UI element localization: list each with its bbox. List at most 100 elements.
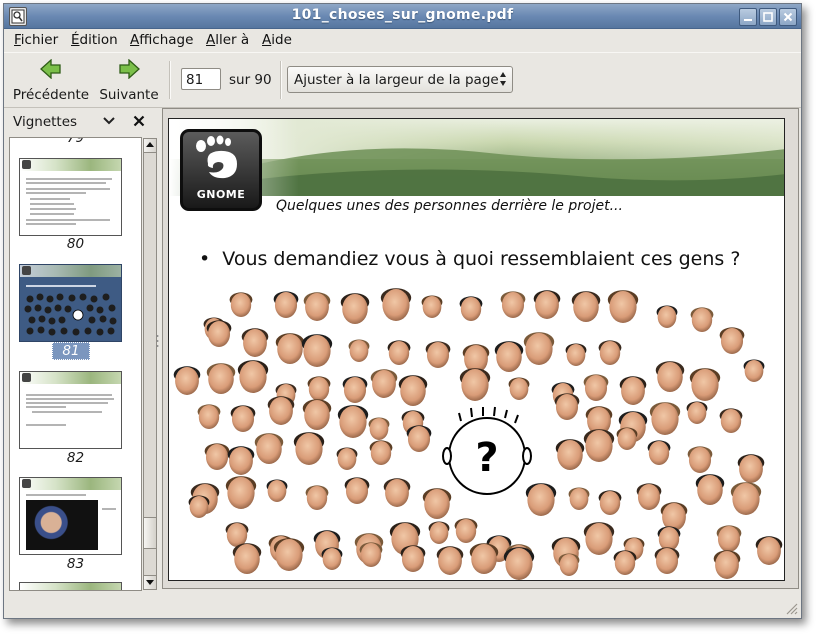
face [555, 394, 579, 420]
menu-aller-a[interactable]: Aller à [206, 32, 249, 48]
title-bar[interactable]: 101_choses_sur_gnome.pdf [4, 4, 801, 29]
next-page-button[interactable]: Suivante [96, 58, 162, 103]
zoom-select[interactable]: Ajuster à la largeur de la page [287, 66, 513, 93]
thumbnail-page-82[interactable] [19, 371, 122, 449]
menu-affichage[interactable]: Affichage [130, 32, 193, 48]
face [227, 477, 255, 509]
face [385, 479, 409, 507]
chevron-down-icon[interactable] [103, 116, 115, 126]
face [691, 308, 713, 332]
pdf-page: GNOME Quelques unes des personnes derriè… [168, 118, 785, 581]
face [274, 292, 298, 318]
thumbnail-text-line [30, 208, 76, 210]
face [308, 377, 330, 401]
previous-page-label: Précédente [12, 87, 90, 103]
face [566, 344, 586, 366]
menu-edition-label: dition [79, 32, 118, 48]
thumbnail-scrollbar[interactable] [143, 138, 157, 590]
face [337, 448, 357, 470]
face [657, 362, 683, 392]
face [275, 539, 303, 571]
thumbnail-text-line [26, 402, 108, 404]
thumbnail-text-line [26, 285, 96, 287]
document-viewer-window: 101_choses_sur_gnome.pdf Fichier Édition… [3, 3, 802, 619]
thumbnail-text-line [26, 398, 114, 400]
question-mark-face: ? [442, 406, 532, 495]
close-icon[interactable] [133, 115, 145, 127]
face [230, 293, 252, 317]
thumbnail-text-line [26, 182, 106, 184]
thumbnail-text-line [32, 411, 102, 413]
resize-grip-icon[interactable] [784, 601, 798, 615]
menu-aller-a-mnemonic: A [206, 32, 216, 48]
updown-arrows-icon [500, 72, 506, 86]
face [426, 342, 450, 368]
face [585, 430, 613, 462]
face [509, 378, 529, 400]
page-total-label: sur 90 [229, 72, 272, 88]
faces-collage-image: ? [173, 288, 783, 580]
sidebar: Vignettes 79 80 81 82 83 [7, 110, 158, 591]
menu-affichage-mnemonic: A [130, 32, 140, 48]
thumbnail-label-82: 82 [66, 450, 85, 466]
thumbnail-text-line [102, 508, 116, 510]
face [343, 377, 367, 403]
thumbnail-page-83[interactable] [19, 477, 122, 555]
scroll-down-button[interactable] [144, 575, 156, 589]
close-button[interactable] [779, 8, 797, 26]
window-title: 101_choses_sur_gnome.pdf [291, 7, 514, 23]
maximize-button[interactable] [759, 8, 777, 26]
face [305, 293, 329, 321]
thumbnail-page-81[interactable] [19, 264, 122, 342]
thumbnail-banner [20, 583, 121, 590]
face [231, 406, 255, 432]
face [505, 548, 533, 580]
arrow-down-icon [146, 580, 154, 585]
menu-edition[interactable]: Édition [71, 32, 118, 48]
previous-page-button[interactable]: Précédente [10, 58, 92, 103]
face [189, 496, 209, 518]
go-next-arrow-icon [119, 58, 140, 80]
face [372, 370, 396, 398]
thumbnail-photo-image [26, 500, 98, 550]
thumbnail-label-83: 83 [66, 556, 85, 572]
thumbnail-label-80: 80 [66, 236, 85, 252]
thumbnail-text-line [26, 424, 66, 426]
face [455, 519, 477, 543]
scrollbar-thumb[interactable] [144, 517, 156, 549]
thumbnail-text-line [26, 178, 112, 180]
thumbnail-banner [20, 372, 121, 384]
thumbnail-page-80[interactable] [19, 158, 122, 236]
face [269, 397, 293, 425]
face [599, 341, 621, 365]
face [342, 294, 368, 324]
face [401, 546, 425, 572]
scroll-up-button[interactable] [144, 139, 156, 153]
face [208, 364, 234, 394]
document-view[interactable]: GNOME Quelques unes des personnes derriè… [162, 108, 799, 589]
face [651, 403, 679, 435]
thumbnail-faces-image [24, 293, 117, 336]
gnome-logo-icon [22, 160, 31, 169]
thumbnail-text-line [26, 219, 110, 221]
menu-fichier[interactable]: Fichier [14, 32, 58, 48]
face [205, 444, 229, 470]
page-number-input[interactable]: 81 [181, 68, 221, 90]
minimize-button[interactable] [739, 8, 757, 26]
face [407, 426, 431, 452]
thumbnail-list[interactable]: 79 80 81 82 83 [9, 137, 142, 591]
face [621, 377, 645, 405]
thumbnail-text-line [30, 198, 70, 200]
face [360, 543, 382, 567]
face [382, 289, 410, 321]
face [657, 306, 677, 328]
face [573, 292, 599, 322]
face [277, 334, 303, 364]
face [739, 455, 763, 483]
toolbar-separator [280, 61, 282, 99]
pane-resize-handle[interactable] [156, 334, 159, 348]
menu-aide[interactable]: Aide [262, 32, 292, 48]
thumbnail-page-84[interactable] [19, 582, 122, 590]
face [295, 433, 323, 465]
face [438, 547, 462, 575]
